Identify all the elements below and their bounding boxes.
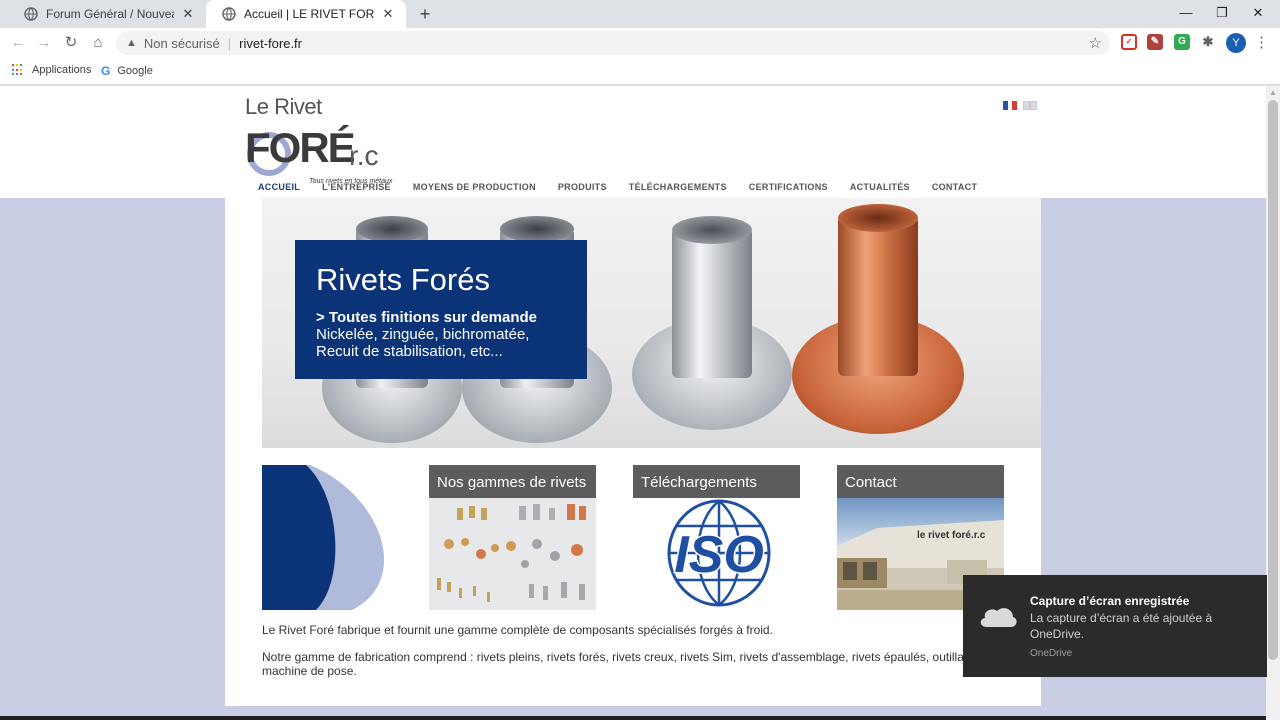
building-sign-text: le rivet foré.r.c <box>917 530 986 541</box>
notification-body: La capture d’écran a été ajoutée à OneDr… <box>1030 611 1213 641</box>
bookmark-label: Google <box>117 65 153 77</box>
menu-item-moyens-de-production[interactable]: MOYENS DE PRODUCTION <box>413 182 536 192</box>
pdf-extension-icon[interactable]: ✎ <box>1147 34 1163 50</box>
bookmark-star-icon[interactable]: ☆ <box>1089 34 1102 52</box>
save-extension-icon[interactable]: ✓ <box>1121 34 1137 50</box>
back-button[interactable]: ← <box>7 32 29 54</box>
browser-toolbar: ← → ↻ ⌂ ▲ Non sécurisé | rivet-fore.fr ☆… <box>0 28 1280 58</box>
french-flag-icon[interactable] <box>1003 101 1018 110</box>
hero-text-box: Rivets Forés > Toutes finitions sur dema… <box>295 240 587 379</box>
menu-item-contact[interactable]: CONTACT <box>932 182 977 192</box>
iso-logo-image: ISO <box>633 498 800 610</box>
card-title: Contact <box>837 465 1004 498</box>
translate-extension-icon[interactable]: G <box>1174 34 1190 50</box>
card-telechargements[interactable]: Téléchargements ISO <box>633 465 800 610</box>
tab-title: Accueil | LE RIVET FORE : fabrique <box>244 7 374 21</box>
menu-item-actualites[interactable]: ACTUALITÉS <box>850 182 910 192</box>
bookmark-label: Applications <box>32 64 92 76</box>
iso-text: ISO <box>674 526 764 584</box>
cloud-icon <box>980 608 1017 627</box>
menu-item-certifications[interactable]: CERTIFICATIONS <box>749 182 828 192</box>
reload-button[interactable]: ↻ <box>60 32 82 54</box>
security-label: Non sécurisé <box>143 35 220 51</box>
range-paragraph: Notre gamme de fabrication comprend : ri… <box>262 650 981 678</box>
page-scrollbar[interactable]: ▲ <box>1266 86 1280 720</box>
main-menu: ACCUEIL L'ENTREPRISE MOYENS DE PRODUCTIO… <box>258 182 977 192</box>
menu-item-entreprise[interactable]: L'ENTREPRISE <box>322 182 391 192</box>
home-button[interactable]: ⌂ <box>87 32 109 54</box>
logo-line1: Le Rivet <box>245 94 322 119</box>
language-switcher <box>1003 101 1043 110</box>
globe-icon <box>24 7 38 21</box>
intro-paragraph: Le Rivet Foré fabrique et fournit une ga… <box>262 623 773 637</box>
decorative-arc-graphic <box>262 465 390 610</box>
english-flag-icon[interactable] <box>1023 101 1037 110</box>
close-tab-icon[interactable]: ✕ <box>380 6 396 22</box>
tab-title: Forum Général / Nouveau Forum <box>46 7 174 21</box>
notification-title: Capture d’écran enregistrée <box>1030 594 1190 608</box>
menu-item-telechargements[interactable]: TÉLÉCHARGEMENTS <box>629 182 727 192</box>
globe-icon <box>222 7 236 21</box>
address-separator: | <box>227 35 232 51</box>
close-window-button[interactable]: ✕ <box>1243 0 1273 26</box>
site-logo[interactable]: Le Rivet FORÉ r.c Tous rivets en tous mé… <box>245 94 395 185</box>
rivet-range-image <box>429 498 596 610</box>
hero-subtitle: > Toutes finitions sur demande <box>316 309 538 326</box>
logo-suffix: r.c <box>349 140 379 171</box>
profile-avatar[interactable]: Y <box>1226 33 1246 53</box>
address-bar[interactable]: ▲ Non sécurisé | rivet-fore.fr ☆ <box>116 31 1110 55</box>
menu-item-accueil[interactable]: ACCUEIL <box>258 182 300 192</box>
notification-source: OneDrive <box>1030 648 1073 659</box>
close-tab-icon[interactable]: ✕ <box>180 6 196 22</box>
google-icon: G <box>101 64 111 78</box>
browser-menu-icon[interactable]: ⋮ <box>1254 33 1269 53</box>
warning-icon[interactable]: ▲ <box>126 37 137 49</box>
hero-line-1: Nickelée, zinguée, bichromatée, <box>316 326 530 343</box>
extensions-puzzle-icon[interactable]: ✱ <box>1200 34 1216 50</box>
card-gammes-rivets[interactable]: Nos gammes de rivets <box>429 465 596 610</box>
hero-banner: Rivets Forés > Toutes finitions sur dema… <box>262 198 1041 448</box>
forward-button[interactable]: → <box>33 32 55 54</box>
tab-forum[interactable]: Forum Général / Nouveau Forum ✕ <box>8 0 206 28</box>
hero-line-2: Recuit de stabilisation, etc... <box>316 343 503 360</box>
restore-button[interactable]: ❐ <box>1207 0 1237 26</box>
scroll-up-arrow-icon[interactable]: ▲ <box>1269 88 1277 97</box>
bookmark-google[interactable]: G Google <box>101 64 153 78</box>
bookmark-applications[interactable]: Applications <box>12 64 91 76</box>
scroll-thumb[interactable] <box>1268 100 1278 660</box>
tab-accueil[interactable]: Accueil | LE RIVET FORE : fabrique ✕ <box>206 0 406 28</box>
card-title: Téléchargements <box>633 465 800 498</box>
new-tab-button[interactable]: + <box>414 3 436 25</box>
logo-line2: FORÉ <box>245 124 356 171</box>
apps-grid-icon <box>12 64 24 76</box>
hero-title: Rivets Forés <box>316 262 490 297</box>
menu-item-produits[interactable]: PRODUITS <box>558 182 607 192</box>
tab-strip: Forum Général / Nouveau Forum ✕ Accueil … <box>0 0 1280 28</box>
card-title: Nos gammes de rivets <box>429 465 596 498</box>
onedrive-notification[interactable]: Capture d’écran enregistrée La capture d… <box>963 575 1267 677</box>
minimize-button[interactable]: — <box>1171 0 1201 26</box>
url-text: rivet-fore.fr <box>239 35 302 51</box>
taskbar-edge <box>0 716 1266 720</box>
bookmarks-bar: Applications G Google <box>0 58 1280 85</box>
